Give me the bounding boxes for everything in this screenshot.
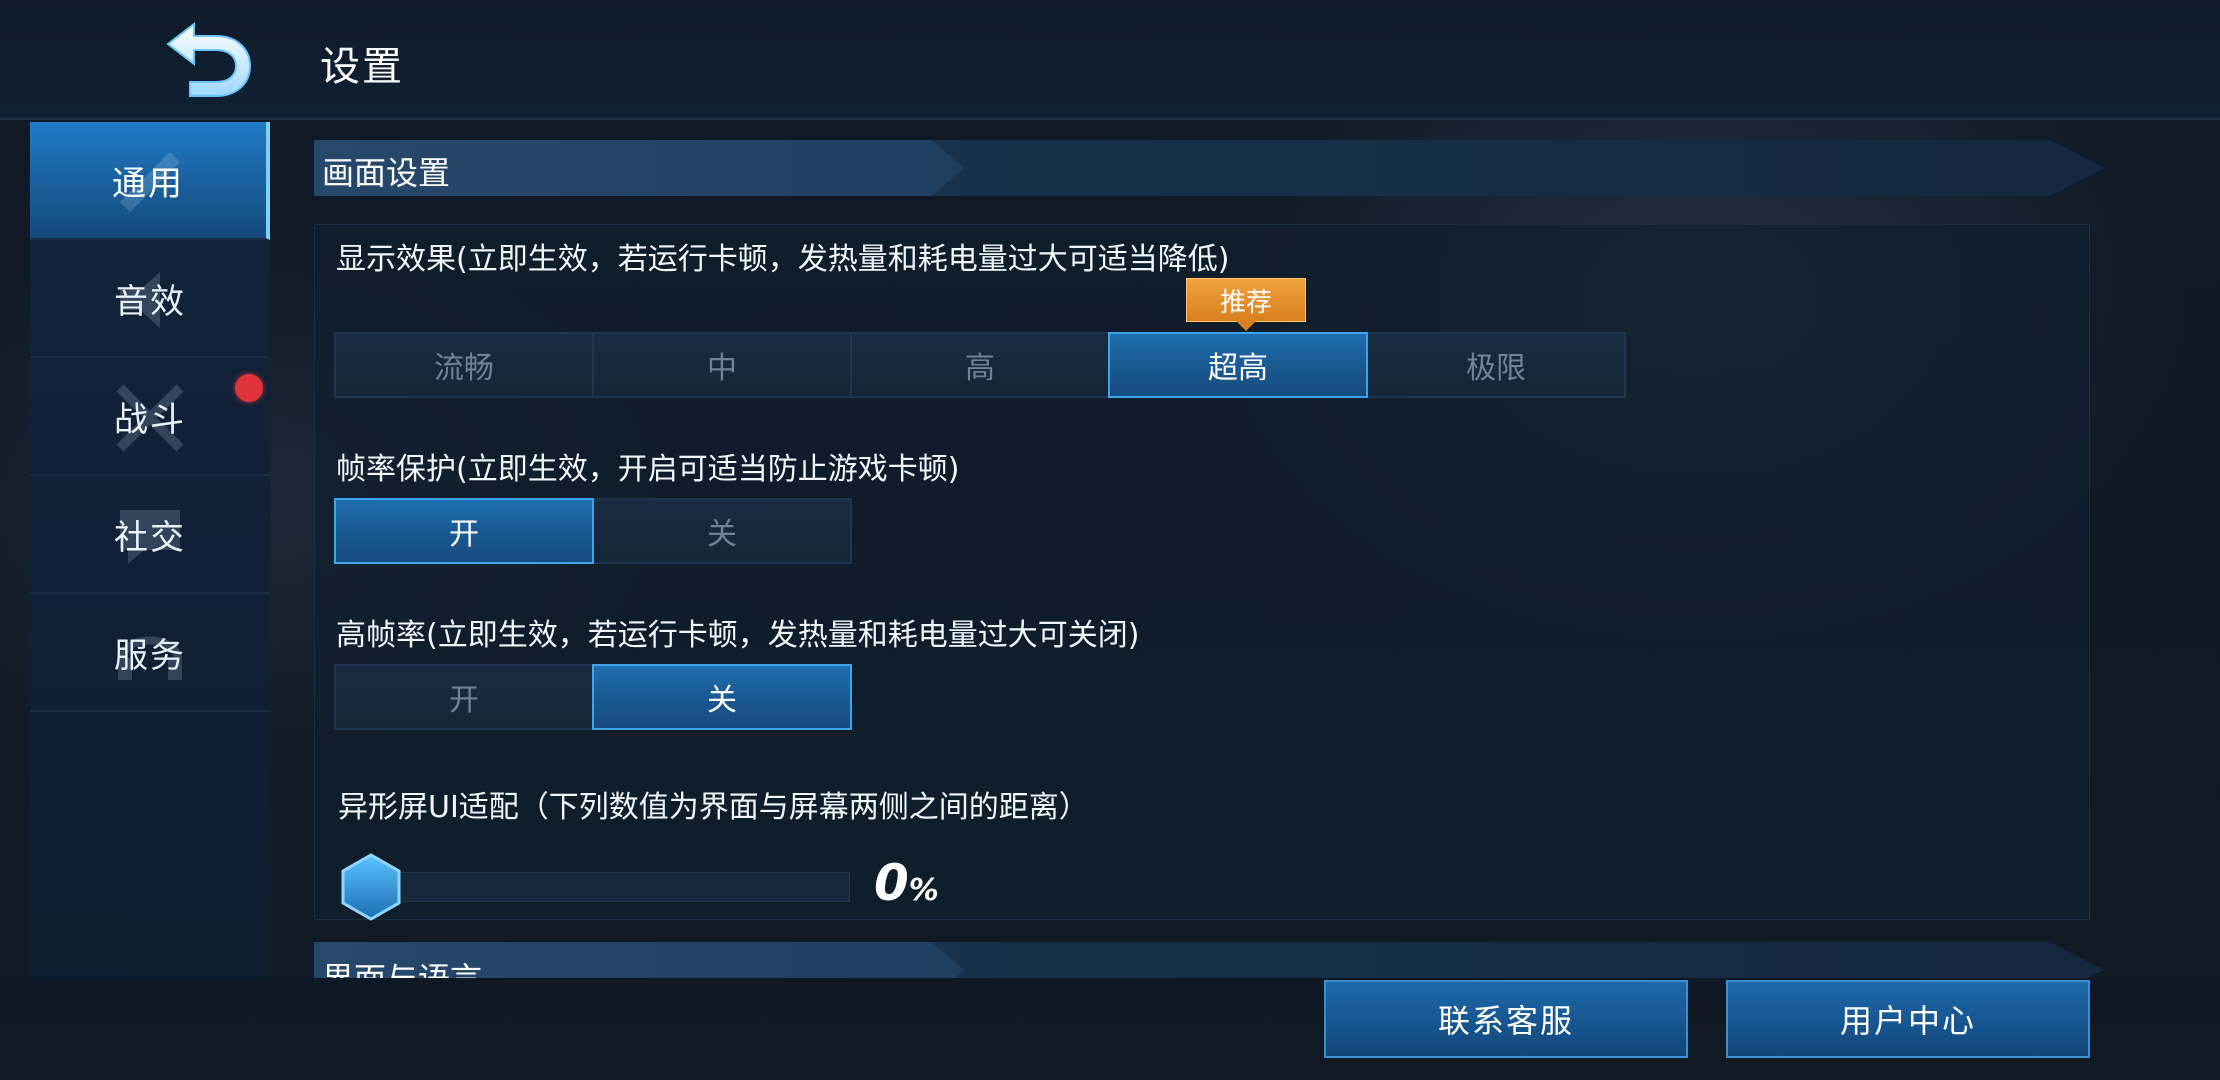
frame-protect-label: 帧率保护(立即生效，开启可适当防止游戏卡顿) <box>336 452 960 487</box>
quality-label: 显示效果(立即生效，若运行卡顿，发热量和耗电量过大可适当降低) <box>336 242 1230 277</box>
quality-option-medium[interactable]: 中 <box>592 332 852 398</box>
quality-option-ultra[interactable]: 超高 <box>1108 332 1368 398</box>
high-fps-off[interactable]: 关 <box>592 664 852 730</box>
page-title: 设置 <box>320 44 404 90</box>
frame-protect-toggle: 开 关 <box>334 498 852 564</box>
user-center-button[interactable]: 用户中心 <box>1726 980 2090 1058</box>
quality-option-smooth[interactable]: 流畅 <box>334 332 594 398</box>
quality-option-extreme[interactable]: 极限 <box>1366 332 1626 398</box>
recommended-badge: 推荐 <box>1186 278 1306 331</box>
high-fps-toggle: 开 关 <box>334 664 852 730</box>
quality-selector: 流畅 中 高 超高 极限 <box>334 332 1626 398</box>
frame-protect-off[interactable]: 关 <box>592 498 852 564</box>
section-header-display: 画面设置 <box>314 140 2104 196</box>
slider-value: 0% <box>874 854 939 912</box>
sidebar: 通用 音效 战斗 社交 服务 <box>30 122 270 1080</box>
sidebar-item-label: 通用 <box>112 163 184 204</box>
high-fps-label: 高帧率(立即生效，若运行卡顿，发热量和耗电量过大可关闭) <box>336 618 1140 653</box>
notch-adapt-slider[interactable] <box>350 872 850 902</box>
sidebar-item-general[interactable]: 通用 <box>30 122 270 240</box>
sidebar-item-sound[interactable]: 音效 <box>30 240 270 358</box>
sidebar-item-service[interactable]: 服务 <box>30 594 270 712</box>
sidebar-item-label: 音效 <box>114 281 186 322</box>
sidebar-item-social[interactable]: 社交 <box>30 476 270 594</box>
notification-dot <box>235 374 263 402</box>
back-arrow-icon <box>166 21 252 97</box>
contact-support-button[interactable]: 联系客服 <box>1324 980 1688 1058</box>
top-bar: 设置 <box>0 0 2220 120</box>
slider-thumb[interactable] <box>336 852 406 922</box>
back-button[interactable] <box>160 20 260 100</box>
section-title: 画面设置 <box>322 154 451 192</box>
sidebar-item-label: 战斗 <box>114 399 186 440</box>
frame-protect-on[interactable]: 开 <box>334 498 594 564</box>
sidebar-item-label: 服务 <box>114 635 186 676</box>
quality-option-high[interactable]: 高 <box>850 332 1110 398</box>
sidebar-item-label: 社交 <box>114 517 186 558</box>
high-fps-on[interactable]: 开 <box>334 664 594 730</box>
sidebar-item-battle[interactable]: 战斗 <box>30 358 270 476</box>
notch-adapt-label: 异形屏UI适配（下列数值为界面与屏幕两侧之间的距离） <box>338 790 1089 825</box>
